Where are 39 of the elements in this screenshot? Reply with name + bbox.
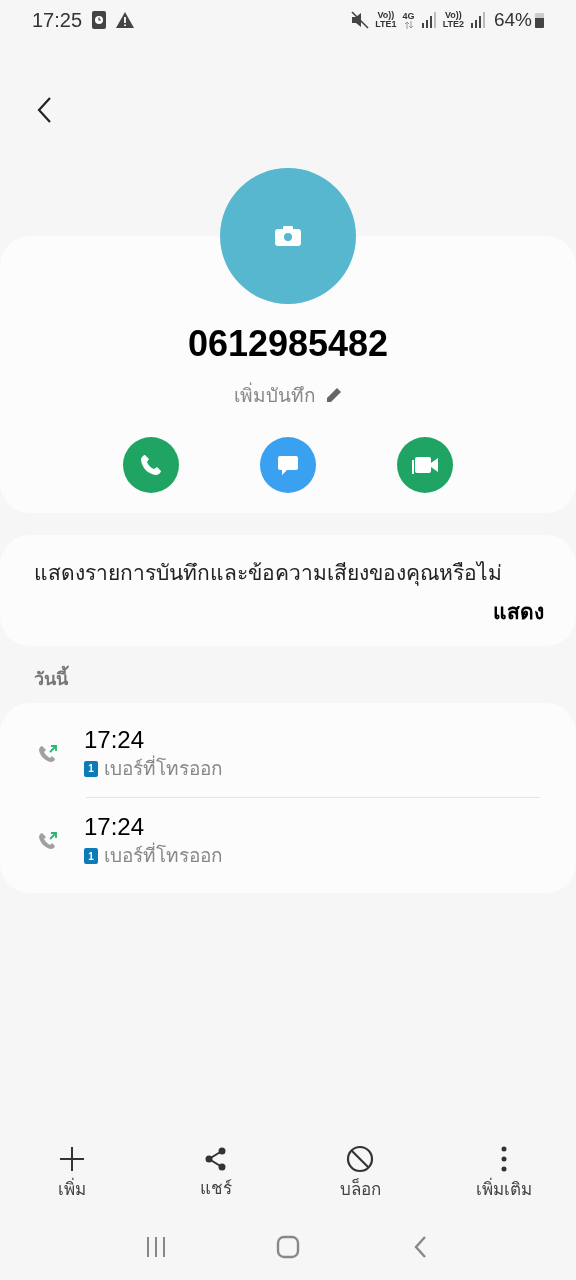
camera-icon (275, 226, 301, 246)
toolbar-button[interactable]: บล็อก (288, 1134, 432, 1214)
back-icon (36, 96, 52, 124)
battery-percent: 64% (493, 7, 532, 32)
volte-label: Vo)) (444, 11, 462, 20)
back-icon (413, 1235, 427, 1259)
signal-icon (469, 12, 486, 28)
network-label: LTE2 (442, 20, 464, 29)
call-type: เบอร์ที่โทรออก (104, 754, 223, 781)
network-label: LTE1 (375, 20, 397, 29)
call-time: 17:24 (84, 724, 146, 755)
more-icon (500, 1145, 508, 1174)
data-arrows-icon (403, 20, 414, 29)
alarm-icon (92, 11, 107, 29)
block-icon (346, 1145, 374, 1174)
plus-icon (58, 1145, 86, 1174)
signal-icon (420, 12, 437, 28)
notice-text: แสดงรายการบันทึกและข้อความเสียงของคุณหรือไม่ (34, 559, 503, 588)
toolbar-button[interactable]: เพิ่มเติม (432, 1134, 576, 1214)
toolbar-button[interactable]: แชร์ (144, 1134, 288, 1214)
home-icon (276, 1235, 300, 1259)
warning-icon (116, 12, 135, 28)
clock: 17:25 (32, 8, 83, 33)
show-button[interactable]: แสดง (493, 596, 544, 628)
call-time: 17:24 (84, 812, 146, 842)
mute-icon (351, 11, 370, 29)
add-note-button[interactable]: เพิ่มบันทึก (234, 382, 342, 411)
sim-badge: 1 (84, 760, 98, 777)
phone-number: 0612985482 (187, 326, 389, 362)
sim-badge: 1 (84, 848, 98, 865)
phone-icon (139, 452, 163, 477)
home-button[interactable] (274, 1233, 302, 1261)
volte-label: Vo)) (377, 11, 395, 20)
recent-apps-icon (145, 1236, 167, 1258)
call-type: เบอร์ที่โทรออก (104, 842, 223, 871)
section-heading: วันนี้ (0, 665, 576, 693)
toolbar-button[interactable]: เพิ่ม (0, 1134, 144, 1214)
data-type-label: 4G (402, 11, 415, 21)
battery-icon (535, 12, 544, 28)
